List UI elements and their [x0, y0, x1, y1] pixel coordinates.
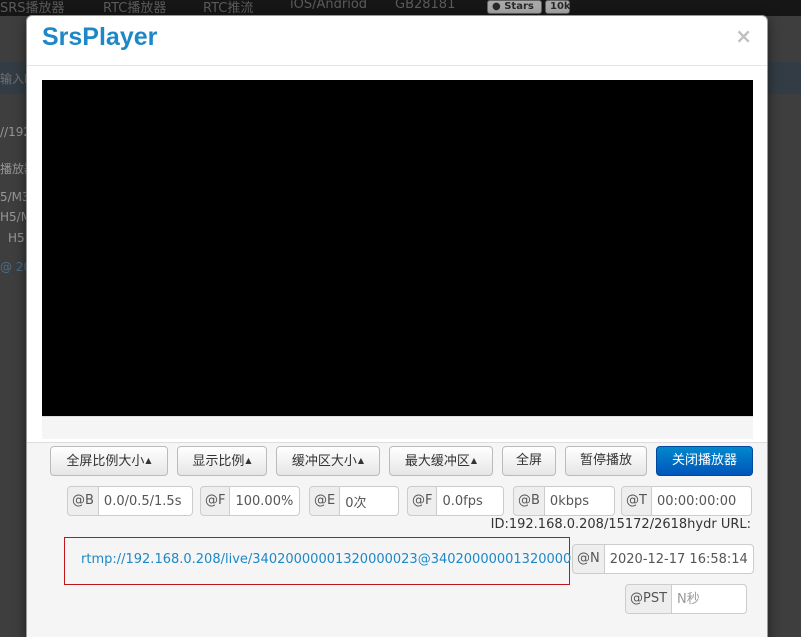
time-stat: @T	[621, 486, 753, 516]
bitrate-stat: @B	[513, 486, 617, 516]
fps-stat-field[interactable]	[437, 486, 505, 516]
pst-stat: @PST	[625, 584, 753, 614]
video-control-bar	[42, 416, 753, 439]
buffer-stat: @B	[67, 486, 195, 516]
buffer-size-label: 缓冲区大小	[291, 454, 357, 469]
max-buffer-label: 最大缓冲区	[404, 454, 470, 469]
display-ratio-label: 显示比例	[192, 454, 245, 469]
close-player-button[interactable]: 关闭播放器	[656, 446, 753, 476]
stream-url-link[interactable]: rtmp://192.168.0.208/live/34020000001320…	[81, 552, 596, 567]
now-time-stat: @N	[572, 544, 754, 574]
fullscreen-stat: @F	[200, 486, 304, 516]
caret-up-icon: ▲	[245, 456, 252, 465]
now-time-field[interactable]	[604, 544, 754, 574]
now-time-prefix: @N	[572, 544, 605, 574]
fullscreen-button[interactable]: 全屏	[502, 446, 556, 476]
modal-header: SrsPlayer ×	[27, 16, 767, 66]
buffer-size-dropdown[interactable]: 缓冲区大小▲	[276, 446, 380, 476]
fullscreen-ratio-label: 全屏比例大小	[66, 454, 145, 469]
bitrate-stat-field[interactable]	[544, 486, 615, 516]
buffer-stat-field[interactable]	[98, 486, 193, 516]
srs-player-modal: SrsPlayer × 全屏比例大小▲ 显示比例▲ 缓冲区大小▲ 最大缓冲区▲ …	[26, 15, 768, 637]
stream-url-highlight: rtmp://192.168.0.208/live/34020000001320…	[64, 537, 596, 585]
display-ratio-dropdown[interactable]: 显示比例▲	[177, 446, 267, 476]
fullscreen-ratio-dropdown[interactable]: 全屏比例大小▲	[50, 446, 168, 476]
pst-seconds-input[interactable]	[672, 584, 748, 614]
modal-title: SrsPlayer	[42, 23, 158, 51]
fps-stat: @F	[407, 486, 508, 516]
fullscreen-stat-prefix: @F	[200, 486, 231, 516]
pst-prefix: @PST	[625, 584, 673, 614]
max-buffer-dropdown[interactable]: 最大缓冲区▲	[389, 446, 493, 476]
time-stat-prefix: @T	[621, 486, 652, 516]
error-count-stat: @E	[309, 486, 402, 516]
caret-up-icon: ▲	[470, 456, 478, 465]
fps-stat-prefix: @F	[407, 486, 438, 516]
bitrate-stat-prefix: @B	[513, 486, 545, 516]
time-stat-field[interactable]	[651, 486, 752, 516]
stream-id-info: ID:192.168.0.208/15172/2618hydr URL:	[490, 517, 751, 532]
close-icon[interactable]: ×	[735, 24, 752, 48]
caret-up-icon: ▲	[145, 456, 152, 465]
buffer-stat-prefix: @B	[67, 486, 99, 516]
error-count-prefix: @E	[309, 486, 341, 516]
pause-button[interactable]: 暂停播放	[565, 446, 647, 476]
fullscreen-stat-field[interactable]	[230, 486, 301, 516]
error-count-field[interactable]	[340, 486, 400, 516]
caret-up-icon: ▲	[357, 456, 365, 465]
video-player[interactable]	[42, 80, 753, 416]
